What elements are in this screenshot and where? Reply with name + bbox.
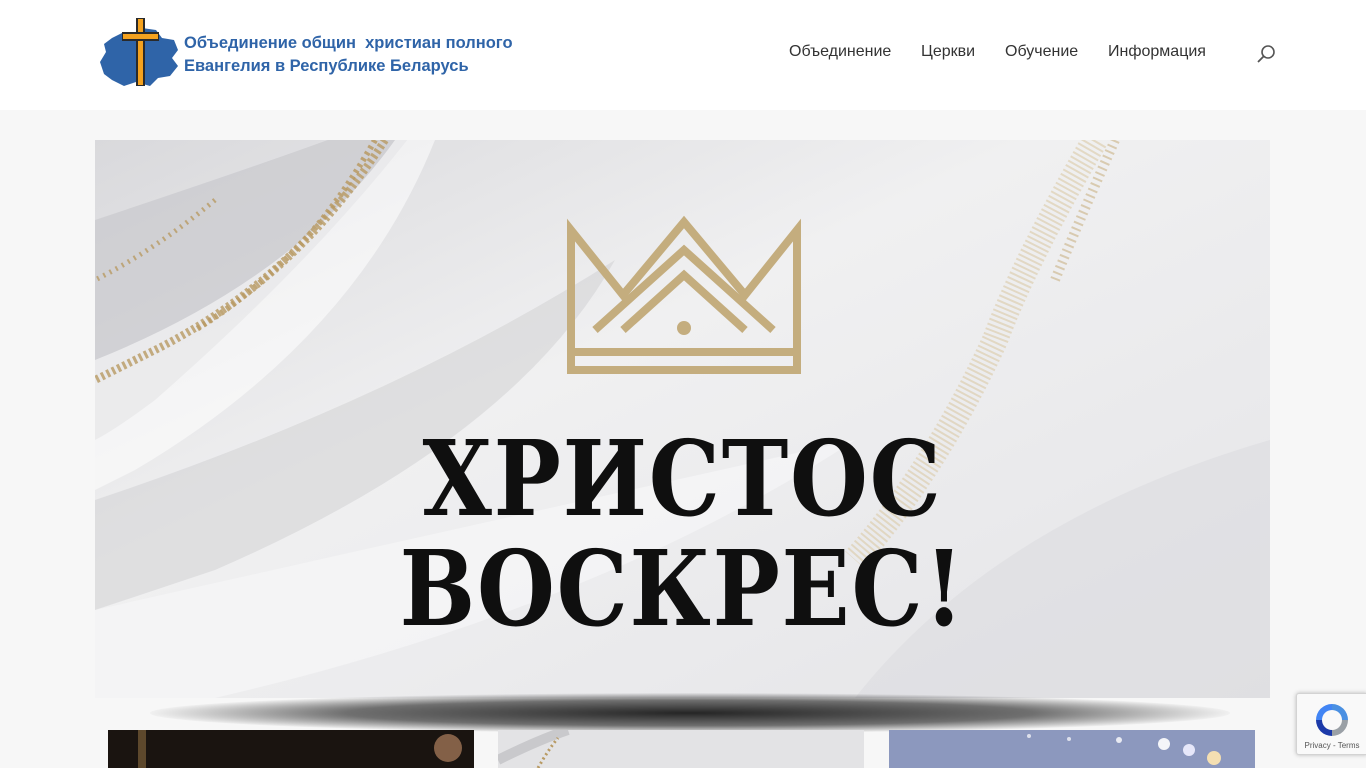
site-header: Объединение общин христиан полного Еванг… <box>0 0 1366 110</box>
nav-item-association[interactable]: Объединение <box>789 43 891 61</box>
hero-banner[interactable]: ХРИСТОС ВОСКРЕС! <box>95 140 1270 698</box>
thumbnail-2-image <box>498 730 864 768</box>
search-icon <box>1257 45 1275 63</box>
recaptcha-links: Privacy - Terms <box>1297 741 1366 750</box>
news-thumbnail-3[interactable] <box>889 730 1255 768</box>
news-thumbnail-1[interactable] <box>108 730 474 768</box>
nav-item-churches[interactable]: Церкви <box>921 43 975 61</box>
hero-title-line-1: ХРИСТОС <box>422 417 943 540</box>
nav-item-education[interactable]: Обучение <box>1005 43 1078 61</box>
recaptcha-badge[interactable]: Privacy - Terms <box>1296 693 1366 755</box>
logo-line-2: Евангелия в Республике Беларусь <box>184 57 469 75</box>
thumbnail-3-image <box>889 730 1255 768</box>
nav-item-information[interactable]: Информация <box>1108 43 1206 61</box>
thumbnail-1-image <box>108 730 474 768</box>
recaptcha-separator: - <box>1330 741 1338 750</box>
hero-title-line-2: ВОСКРЕС! <box>399 527 966 650</box>
logo-text: Объединение общин христиан полного Еванг… <box>184 32 513 78</box>
hero-shadow <box>150 693 1230 733</box>
site-logo[interactable]: Объединение общин христиан полного Еванг… <box>98 16 538 90</box>
belarus-map-cross-icon <box>100 18 178 86</box>
recaptcha-icon <box>1316 704 1348 736</box>
recaptcha-terms-link[interactable]: Terms <box>1338 741 1360 750</box>
search-button[interactable] <box>1255 43 1277 65</box>
news-thumbnail-2[interactable] <box>498 730 864 768</box>
recaptcha-privacy-link[interactable]: Privacy <box>1305 741 1331 750</box>
logo-line-1: Объединение общин христиан полного <box>184 34 513 52</box>
